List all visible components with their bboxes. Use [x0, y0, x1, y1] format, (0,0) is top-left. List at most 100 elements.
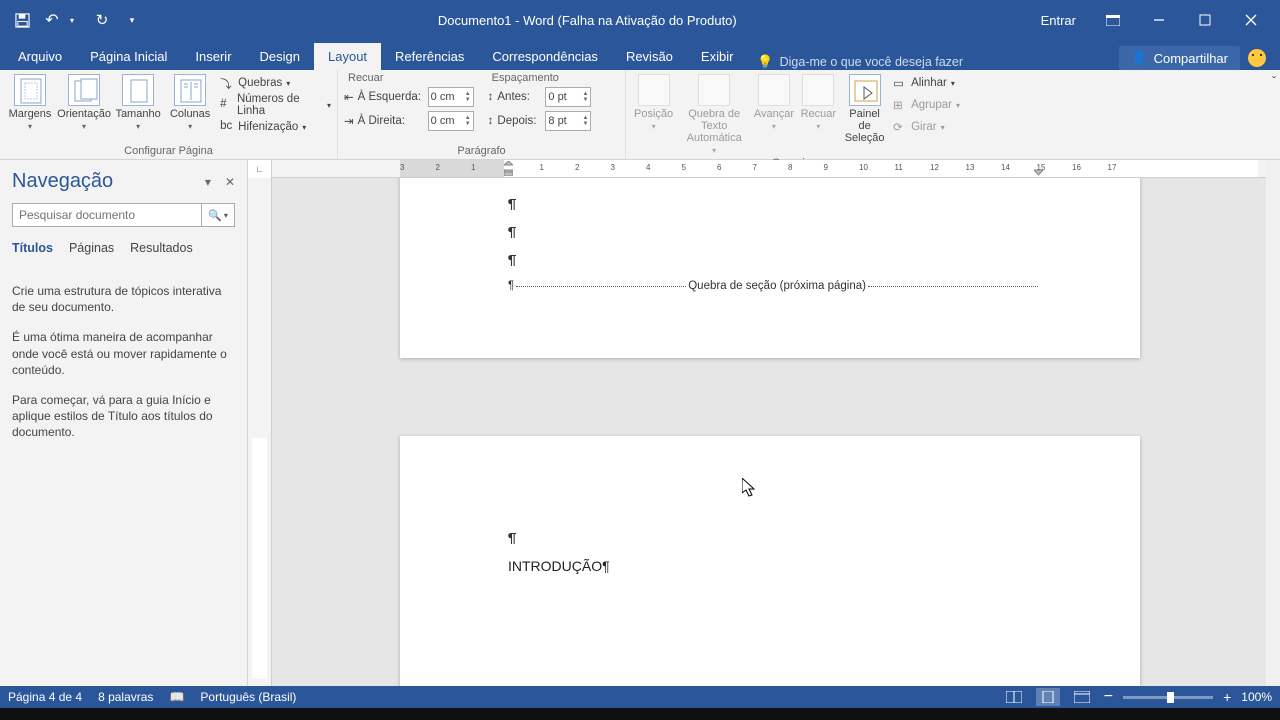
- tab-view[interactable]: Exibir: [687, 43, 748, 70]
- orientation-button[interactable]: Orientação▾: [58, 72, 110, 131]
- tab-mailings[interactable]: Correspondências: [478, 43, 612, 70]
- share-label: Compartilhar: [1154, 51, 1228, 66]
- page-current: ¶ INTRODUÇÃO¶: [400, 436, 1140, 686]
- tab-layout[interactable]: Layout: [314, 43, 381, 70]
- bring-forward-button: Avançar▾: [753, 72, 794, 131]
- indent-left-input[interactable]: 0 cm▲▼: [428, 87, 474, 107]
- pilcrow-mark: ¶: [508, 530, 516, 547]
- nav-tab-results[interactable]: Resultados: [130, 241, 193, 255]
- indent-right-icon: ⇥: [344, 114, 354, 128]
- group-icon: ⊞: [893, 98, 907, 112]
- tab-home[interactable]: Página Inicial: [76, 43, 181, 70]
- pilcrow-mark: ¶: [508, 280, 514, 292]
- print-layout-icon[interactable]: [1036, 688, 1060, 706]
- indent-right-label: À Direita:: [358, 115, 424, 127]
- status-language[interactable]: Português (Brasil): [200, 690, 296, 704]
- read-mode-icon[interactable]: [1002, 688, 1026, 706]
- tab-file[interactable]: Arquivo: [4, 43, 76, 70]
- zoom-slider[interactable]: [1123, 696, 1213, 699]
- ribbon-display-icon[interactable]: [1096, 0, 1130, 40]
- size-button[interactable]: Tamanho▾: [114, 72, 162, 131]
- document-heading: INTRODUÇÃO¶: [508, 558, 610, 575]
- hyphenation-icon: bc: [220, 120, 234, 134]
- margins-icon: [14, 74, 46, 106]
- tell-me-box[interactable]: 💡 Diga-me o que você deseja fazer: [747, 54, 973, 70]
- position-icon: [638, 74, 670, 106]
- pilcrow-mark: ¶: [508, 252, 516, 269]
- margins-button[interactable]: Margens▾: [6, 72, 54, 131]
- breaks-button[interactable]: ⤵Quebras ▾: [220, 72, 331, 94]
- space-before-icon: ↕: [488, 91, 494, 103]
- selection-pane-button[interactable]: Painel de Seleção: [842, 72, 887, 144]
- nav-close-icon[interactable]: ✕: [225, 175, 235, 189]
- save-icon[interactable]: [14, 12, 30, 28]
- zoom-in-icon[interactable]: +: [1223, 689, 1231, 705]
- horizontal-ruler[interactable]: ∟ 3211234567891011121314151617: [248, 160, 1268, 178]
- zoom-level[interactable]: 100%: [1241, 690, 1272, 704]
- window-title: Documento1 - Word (Falha na Ativação do …: [154, 13, 1021, 28]
- nav-dropdown-icon[interactable]: ▾: [205, 175, 211, 189]
- tab-design[interactable]: Design: [246, 43, 314, 70]
- search-icon: 🔍: [208, 209, 222, 222]
- close-icon[interactable]: [1234, 0, 1268, 40]
- undo-icon[interactable]: ↶: [44, 12, 60, 28]
- vertical-scrollbar[interactable]: [1266, 160, 1280, 686]
- pilcrow-mark: ¶: [508, 224, 516, 241]
- qat-customize-icon[interactable]: ▾: [124, 12, 140, 28]
- wrap-text-icon: [698, 74, 730, 106]
- hyphenation-button[interactable]: bcHifenização ▾: [220, 116, 331, 138]
- vertical-ruler[interactable]: [248, 178, 272, 686]
- minimize-icon[interactable]: [1142, 0, 1176, 40]
- status-words[interactable]: 8 palavras: [98, 690, 153, 704]
- nav-tab-headings[interactable]: Títulos: [12, 241, 53, 255]
- line-numbers-button[interactable]: #Números de Linha ▾: [220, 94, 331, 116]
- feedback-icon[interactable]: [1248, 49, 1266, 67]
- nav-title: Navegação: [12, 170, 113, 193]
- align-icon: ▭: [893, 76, 907, 90]
- nav-search-input[interactable]: [12, 203, 201, 227]
- group-page-setup: Margens▾ Orientação▾ Tamanho▾ Colunas▾ ⤵…: [0, 70, 338, 159]
- spacing-header: Espaçamento: [488, 72, 592, 84]
- send-backward-icon: [802, 74, 834, 106]
- web-layout-icon[interactable]: [1070, 688, 1094, 706]
- columns-button[interactable]: Colunas▾: [166, 72, 214, 131]
- quick-access-toolbar: ↶ ▾ ↻ ▾: [0, 12, 154, 28]
- nav-tab-pages[interactable]: Páginas: [69, 241, 114, 255]
- status-proofing-icon[interactable]: 📖: [169, 690, 184, 704]
- share-button[interactable]: 👤 Compartilhar: [1119, 46, 1240, 70]
- tab-insert[interactable]: Inserir: [181, 43, 245, 70]
- space-after-icon: ↕: [488, 115, 494, 127]
- align-button[interactable]: ▭Alinhar ▾: [893, 72, 960, 94]
- nav-search-button[interactable]: 🔍▾: [201, 203, 235, 227]
- space-after-input[interactable]: 8 pt▲▼: [545, 111, 591, 131]
- wrap-text-button: Quebra de Texto Automática▾: [679, 72, 749, 155]
- group-label-page-setup: Configurar Página: [6, 143, 331, 159]
- mouse-cursor-icon: [742, 478, 756, 498]
- nav-help-text: Crie uma estrutura de tópicos interativa…: [12, 283, 235, 441]
- pilcrow-mark: ¶: [508, 196, 516, 213]
- tell-me-placeholder: Diga-me o que você deseja fazer: [780, 55, 963, 69]
- nav-tabs: Títulos Páginas Resultados: [12, 241, 235, 255]
- tab-selector[interactable]: ∟: [248, 160, 272, 178]
- space-before-input[interactable]: 0 pt▲▼: [545, 87, 591, 107]
- status-bar: Página 4 de 4 8 palavras 📖 Português (Br…: [0, 686, 1280, 708]
- ribbon-tabs: Arquivo Página Inicial Inserir Design La…: [0, 40, 1280, 70]
- collapse-ribbon-icon[interactable]: ˇ: [1272, 74, 1276, 88]
- indent-left-icon: ⇤: [344, 90, 354, 104]
- tab-review[interactable]: Revisão: [612, 43, 687, 70]
- group-arrange: Posição▾ Quebra de Texto Automática▾ Ava…: [626, 70, 966, 159]
- undo-dropdown-icon[interactable]: ▾: [64, 12, 80, 28]
- maximize-icon[interactable]: [1188, 0, 1222, 40]
- breaks-icon: ⤵: [220, 76, 234, 90]
- workspace: Navegação ▾ ✕ 🔍▾ Títulos Páginas Resulta…: [0, 160, 1280, 686]
- bulb-icon: 💡: [757, 54, 773, 70]
- navigation-pane: Navegação ▾ ✕ 🔍▾ Títulos Páginas Resulta…: [0, 160, 248, 686]
- redo-icon[interactable]: ↻: [94, 12, 110, 28]
- indent-right-input[interactable]: 0 cm▲▼: [428, 111, 474, 131]
- document-canvas[interactable]: ¶ ¶ ¶ ¶ Quebra de seção (próxima página)…: [272, 178, 1266, 686]
- tab-references[interactable]: Referências: [381, 43, 478, 70]
- sign-in-link[interactable]: Entrar: [1033, 13, 1084, 28]
- zoom-out-icon[interactable]: −: [1104, 688, 1113, 706]
- space-after-label: Depois:: [497, 115, 541, 127]
- status-page[interactable]: Página 4 de 4: [8, 690, 82, 704]
